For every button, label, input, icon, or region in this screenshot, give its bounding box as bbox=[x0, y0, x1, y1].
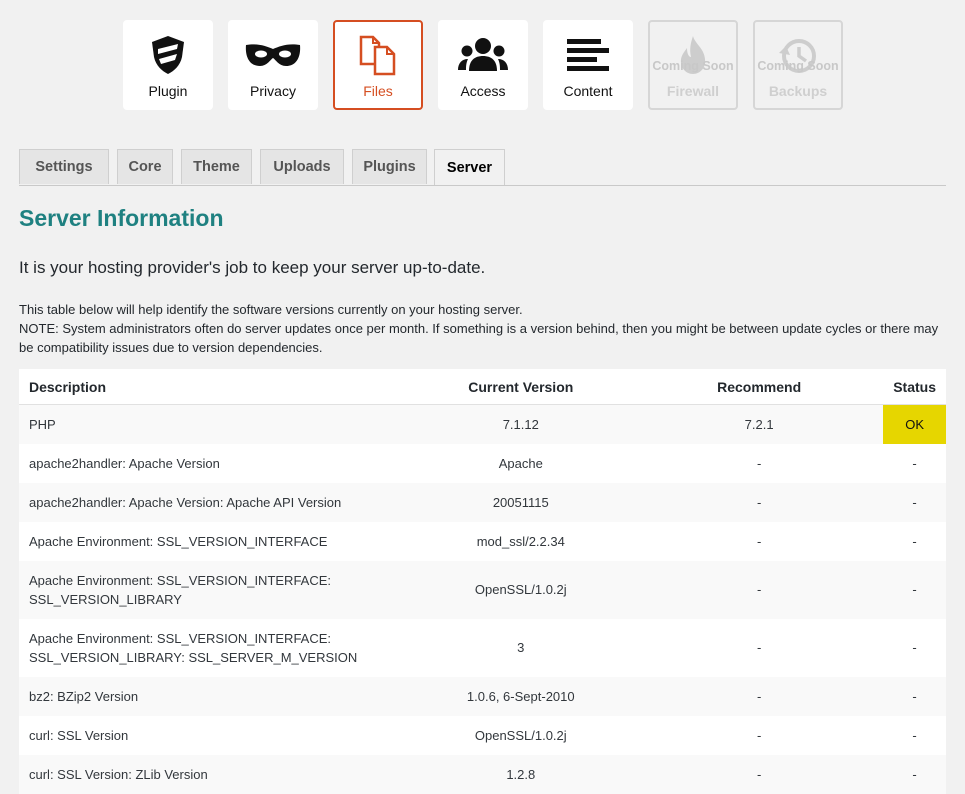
tile-access[interactable]: Access bbox=[438, 20, 528, 110]
tab-plugins[interactable]: Plugins bbox=[352, 149, 427, 184]
tile-label: Firewall bbox=[666, 83, 720, 99]
description-line: bz2: BZip2 Version bbox=[29, 688, 139, 704]
section-tabs: Settings Core Theme Uploads Plugins Serv… bbox=[19, 149, 946, 186]
col-header-description: Description bbox=[19, 369, 407, 405]
cell-status: - bbox=[883, 560, 946, 619]
description-line: SSL_VERSION_LIBRARY bbox=[29, 591, 182, 607]
coming-soon-badge: Coming Soon bbox=[652, 59, 734, 73]
users-icon bbox=[458, 35, 508, 75]
cell-current: Apache bbox=[406, 443, 636, 483]
cell-current: mod_ssl/2.2.34 bbox=[406, 521, 636, 561]
table-row: Apache Environment: SSL_VERSION_INTERFAC… bbox=[19, 521, 946, 561]
cell-status: - bbox=[883, 618, 946, 677]
cell-current: 1.0.6, 6-Sept-2010 bbox=[406, 676, 636, 716]
description-line: Apache Environment: SSL_VERSION_INTERFAC… bbox=[29, 572, 332, 588]
cell-recommend: - bbox=[635, 618, 884, 677]
tab-uploads[interactable]: Uploads bbox=[260, 149, 344, 184]
cell-current: 3 bbox=[406, 618, 636, 677]
cell-description: apache2handler: Apache Version: Apache A… bbox=[19, 482, 407, 522]
page-subheading: It is your hosting provider's job to kee… bbox=[19, 258, 486, 277]
description-line: curl: SSL Version bbox=[29, 727, 129, 743]
tab-core[interactable]: Core bbox=[117, 149, 173, 184]
cell-current: 7.1.12 bbox=[406, 404, 636, 444]
coming-soon-badge: Coming Soon bbox=[757, 59, 839, 73]
cell-description: Apache Environment: SSL_VERSION_INTERFAC… bbox=[19, 521, 407, 561]
shield-icon bbox=[150, 35, 186, 75]
cell-description: curl: SSL Version bbox=[19, 715, 407, 755]
cell-current: 20051115 bbox=[406, 482, 636, 522]
tile-content[interactable]: Content bbox=[543, 20, 633, 110]
server-info-table: Description Current Version Recommend St… bbox=[19, 369, 946, 794]
description-line: apache2handler: Apache Version bbox=[29, 455, 220, 471]
cell-recommend: - bbox=[635, 482, 884, 522]
tile-firewall: Coming Soon Firewall bbox=[648, 20, 738, 110]
description-line: Apache Environment: SSL_VERSION_INTERFAC… bbox=[29, 533, 328, 549]
tile-label: Backups bbox=[768, 83, 828, 99]
table-header-row: Description Current Version Recommend St… bbox=[19, 369, 946, 405]
table-row: apache2handler: Apache Version: Apache A… bbox=[19, 482, 946, 522]
info-notes: This table below will help identify the … bbox=[19, 300, 939, 357]
page-title: Server Information bbox=[19, 205, 224, 231]
tile-label: Access bbox=[460, 83, 506, 99]
tile-label: Content bbox=[563, 83, 613, 99]
col-header-status: Status bbox=[883, 369, 946, 405]
cell-recommend: - bbox=[635, 754, 884, 794]
table-row: bz2: BZip2 Version 1.0.6, 6-Sept-2010 - … bbox=[19, 676, 946, 716]
description-line: apache2handler: Apache Version: Apache A… bbox=[29, 494, 342, 510]
cell-status: - bbox=[883, 521, 946, 561]
description-line: PHP bbox=[29, 416, 56, 432]
table-row: curl: SSL Version OpenSSL/1.0.2j - - bbox=[19, 715, 946, 755]
cell-status: - bbox=[883, 715, 946, 755]
description-line: curl: SSL Version: ZLib Version bbox=[29, 766, 208, 782]
tile-label: Privacy bbox=[250, 83, 296, 99]
tab-server[interactable]: Server bbox=[434, 149, 505, 185]
tile-label: Files bbox=[363, 83, 393, 99]
status-badge: OK bbox=[883, 404, 946, 444]
note-intro: This table below will help identify the … bbox=[19, 302, 523, 317]
cell-description: bz2: BZip2 Version bbox=[19, 676, 407, 716]
cell-status: - bbox=[883, 482, 946, 522]
description-line: SSL_VERSION_LIBRARY: SSL_SERVER_M_VERSIO… bbox=[29, 649, 358, 665]
table-row: Apache Environment: SSL_VERSION_INTERFAC… bbox=[19, 618, 946, 677]
tab-settings[interactable]: Settings bbox=[19, 149, 109, 184]
mask-icon bbox=[244, 35, 302, 75]
cell-description: Apache Environment: SSL_VERSION_INTERFAC… bbox=[19, 560, 407, 619]
cell-description: curl: SSL Version: ZLib Version bbox=[19, 754, 407, 794]
cell-recommend: - bbox=[635, 521, 884, 561]
table-row: curl: SSL Version: ZLib Version 1.2.8 - … bbox=[19, 754, 946, 794]
top-nav-tiles: Plugin Privacy Files Access Content Comi… bbox=[123, 20, 843, 110]
description-line: Apache Environment: SSL_VERSION_INTERFAC… bbox=[29, 630, 332, 646]
cell-current: OpenSSL/1.0.2j bbox=[406, 715, 636, 755]
cell-status: - bbox=[883, 443, 946, 483]
lines-icon bbox=[567, 35, 609, 75]
table-row: apache2handler: Apache Version Apache - … bbox=[19, 443, 946, 483]
tab-theme[interactable]: Theme bbox=[181, 149, 252, 184]
table-row: PHP 7.1.12 7.2.1 OK bbox=[19, 404, 946, 444]
tile-backups: Coming Soon Backups bbox=[753, 20, 843, 110]
tile-files[interactable]: Files bbox=[333, 20, 423, 110]
note-admin: NOTE: System administrators often do ser… bbox=[19, 321, 939, 355]
cell-current: 1.2.8 bbox=[406, 754, 636, 794]
cell-recommend: - bbox=[635, 443, 884, 483]
cell-current: OpenSSL/1.0.2j bbox=[406, 560, 636, 619]
cell-status: - bbox=[883, 676, 946, 716]
col-header-recommend: Recommend bbox=[635, 369, 884, 405]
col-header-current: Current Version bbox=[406, 369, 636, 405]
cell-recommend: 7.2.1 bbox=[635, 404, 884, 444]
tile-privacy[interactable]: Privacy bbox=[228, 20, 318, 110]
cell-status: - bbox=[883, 754, 946, 794]
cell-recommend: - bbox=[635, 715, 884, 755]
cell-description: PHP bbox=[19, 404, 407, 444]
files-icon bbox=[357, 35, 399, 76]
tile-label: Plugin bbox=[148, 83, 188, 99]
cell-recommend: - bbox=[635, 676, 884, 716]
cell-description: apache2handler: Apache Version bbox=[19, 443, 407, 483]
tile-plugin[interactable]: Plugin bbox=[123, 20, 213, 110]
cell-recommend: - bbox=[635, 560, 884, 619]
table-row: Apache Environment: SSL_VERSION_INTERFAC… bbox=[19, 560, 946, 619]
cell-description: Apache Environment: SSL_VERSION_INTERFAC… bbox=[19, 618, 407, 677]
